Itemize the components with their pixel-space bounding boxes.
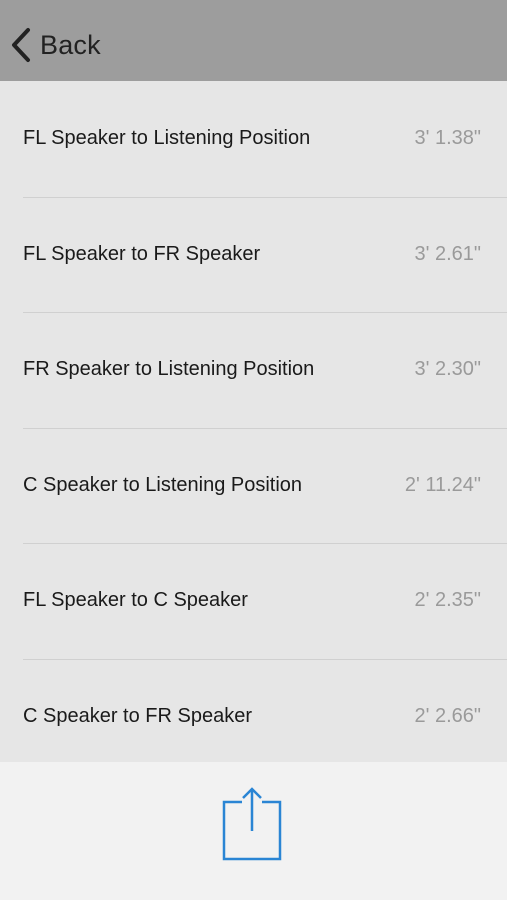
measurement-value: 2' 2.35": [414, 589, 481, 612]
list-item[interactable]: FL Speaker to Listening Position 3' 1.38…: [0, 81, 507, 197]
list-item[interactable]: FL Speaker to C Speaker 2' 2.35": [0, 543, 507, 659]
measurement-label: C Speaker to FR Speaker: [23, 704, 252, 727]
list-item[interactable]: FL Speaker to FR Speaker 3' 2.61": [0, 196, 507, 313]
share-button[interactable]: [222, 786, 282, 862]
measurement-value: 2' 2.66": [414, 704, 481, 727]
chevron-left-icon: [12, 28, 30, 62]
measurement-label: FL Speaker to Listening Position: [23, 127, 311, 150]
measurement-label: FL Speaker to C Speaker: [23, 589, 248, 612]
measurement-value: 3' 2.30": [414, 358, 481, 381]
measurement-label: FL Speaker to FR Speaker: [23, 242, 261, 265]
measurement-value: 2' 11.24": [404, 473, 481, 496]
measurement-value: 3' 1.38": [414, 127, 481, 150]
measurement-label: C Speaker to Listening Position: [23, 473, 303, 496]
measurement-label: FR Speaker to Listening Position: [23, 358, 315, 381]
back-label: Back: [40, 29, 101, 60]
navigation-bar: Back: [0, 0, 507, 81]
list-item[interactable]: FR Speaker to Listening Position 3' 2.30…: [0, 312, 507, 428]
back-button[interactable]: Back: [10, 24, 101, 66]
list-item[interactable]: C Speaker to Listening Position 2' 11.24…: [0, 427, 507, 544]
measurement-list: FL Speaker to Listening Position 3' 1.38…: [0, 81, 507, 762]
measurement-value: 3' 2.61": [414, 242, 481, 265]
list-item[interactable]: C Speaker to FR Speaker 2' 2.66": [0, 658, 507, 763]
share-icon: [222, 787, 282, 861]
